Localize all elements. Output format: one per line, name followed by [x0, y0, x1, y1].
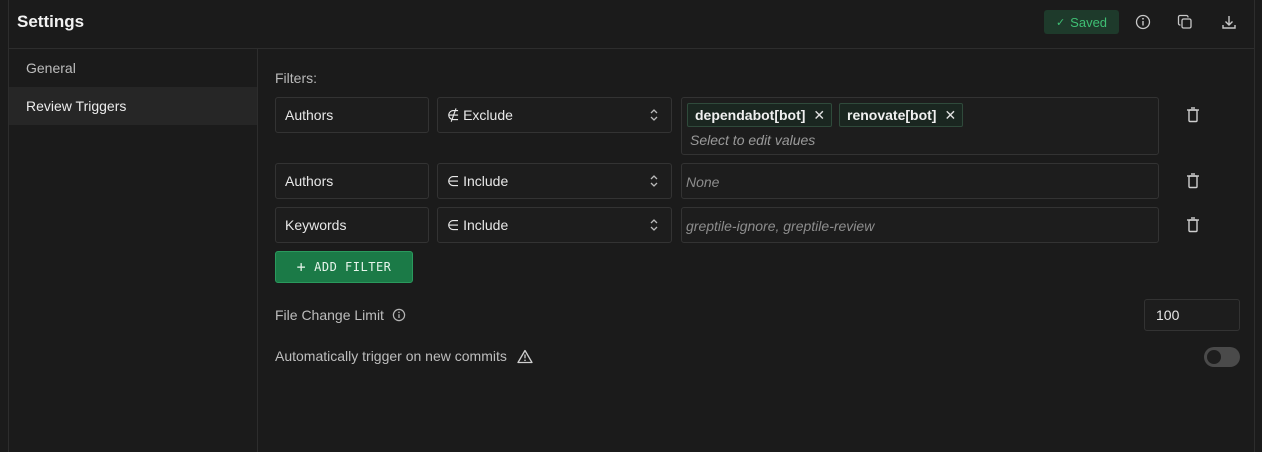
- filter-operator-select[interactable]: ∈ Include: [437, 163, 672, 199]
- filter-values-input[interactable]: None: [681, 163, 1159, 199]
- add-filter-button[interactable]: + ADD FILTER: [275, 251, 413, 283]
- plus-icon: +: [296, 258, 307, 276]
- auto-trigger-toggle[interactable]: [1204, 347, 1240, 367]
- saved-status-badge: ✓ Saved: [1044, 10, 1119, 34]
- add-filter-label: ADD FILTER: [314, 260, 392, 274]
- settings-panel: Settings ✓ Saved General Review Triggers…: [8, 0, 1255, 452]
- close-icon[interactable]: ✕: [944, 107, 956, 124]
- file-change-limit-input[interactable]: 100: [1144, 299, 1240, 331]
- filter-values-input[interactable]: greptile-ignore, greptile-review: [681, 207, 1159, 243]
- values-placeholder: greptile-ignore, greptile-review: [686, 218, 875, 234]
- file-change-limit-row: File Change Limit: [275, 307, 406, 323]
- operator-label: ∉ Exclude: [447, 106, 513, 123]
- chevron-updown-icon: [650, 219, 658, 231]
- copy-icon[interactable]: [1175, 12, 1195, 32]
- check-icon: ✓: [1055, 16, 1066, 29]
- trash-icon[interactable]: [1185, 216, 1201, 234]
- close-icon[interactable]: ✕: [813, 107, 825, 124]
- values-placeholder: None: [686, 174, 720, 190]
- header: Settings ✓ Saved: [9, 0, 1254, 49]
- auto-trigger-row: Automatically trigger on new commits: [275, 348, 533, 364]
- warning-icon[interactable]: [517, 349, 533, 364]
- filters-heading: Filters:: [275, 70, 317, 86]
- trash-icon[interactable]: [1185, 106, 1201, 124]
- saved-label: Saved: [1070, 14, 1108, 30]
- values-hint: Select to edit values: [690, 132, 816, 148]
- file-change-limit-label: File Change Limit: [275, 307, 384, 323]
- sidebar-item-general[interactable]: General: [9, 49, 257, 87]
- filter-values-input[interactable]: dependabot[bot] ✕ renovate[bot] ✕ Select…: [681, 97, 1159, 155]
- info-icon[interactable]: [1133, 12, 1153, 32]
- filter-field-select[interactable]: Authors: [275, 163, 429, 199]
- auto-trigger-label: Automatically trigger on new commits: [275, 348, 507, 364]
- value-chip: renovate[bot] ✕: [839, 103, 964, 127]
- filter-operator-select[interactable]: ∈ Include: [437, 207, 672, 243]
- filter-field-select[interactable]: Authors: [275, 97, 429, 133]
- toggle-knob: [1207, 350, 1221, 364]
- operator-label: ∈ Include: [447, 172, 509, 189]
- info-icon[interactable]: [392, 308, 406, 322]
- chevron-updown-icon: [650, 175, 658, 187]
- chip-label: dependabot[bot]: [695, 107, 806, 123]
- chip-label: renovate[bot]: [847, 107, 937, 123]
- filter-operator-select[interactable]: ∉ Exclude: [437, 97, 672, 133]
- download-icon[interactable]: [1219, 12, 1239, 32]
- filter-field-select[interactable]: Keywords: [275, 207, 429, 243]
- sidebar-item-review-triggers[interactable]: Review Triggers: [9, 87, 257, 125]
- chevron-updown-icon: [650, 109, 658, 121]
- main-content: Filters: Authors ∉ Exclude dependabot[bo…: [275, 49, 1254, 452]
- trash-icon[interactable]: [1185, 172, 1201, 190]
- operator-label: ∈ Include: [447, 216, 509, 233]
- value-chip: dependabot[bot] ✕: [687, 103, 833, 127]
- page-title: Settings: [17, 12, 85, 31]
- sidebar: General Review Triggers: [9, 49, 258, 452]
